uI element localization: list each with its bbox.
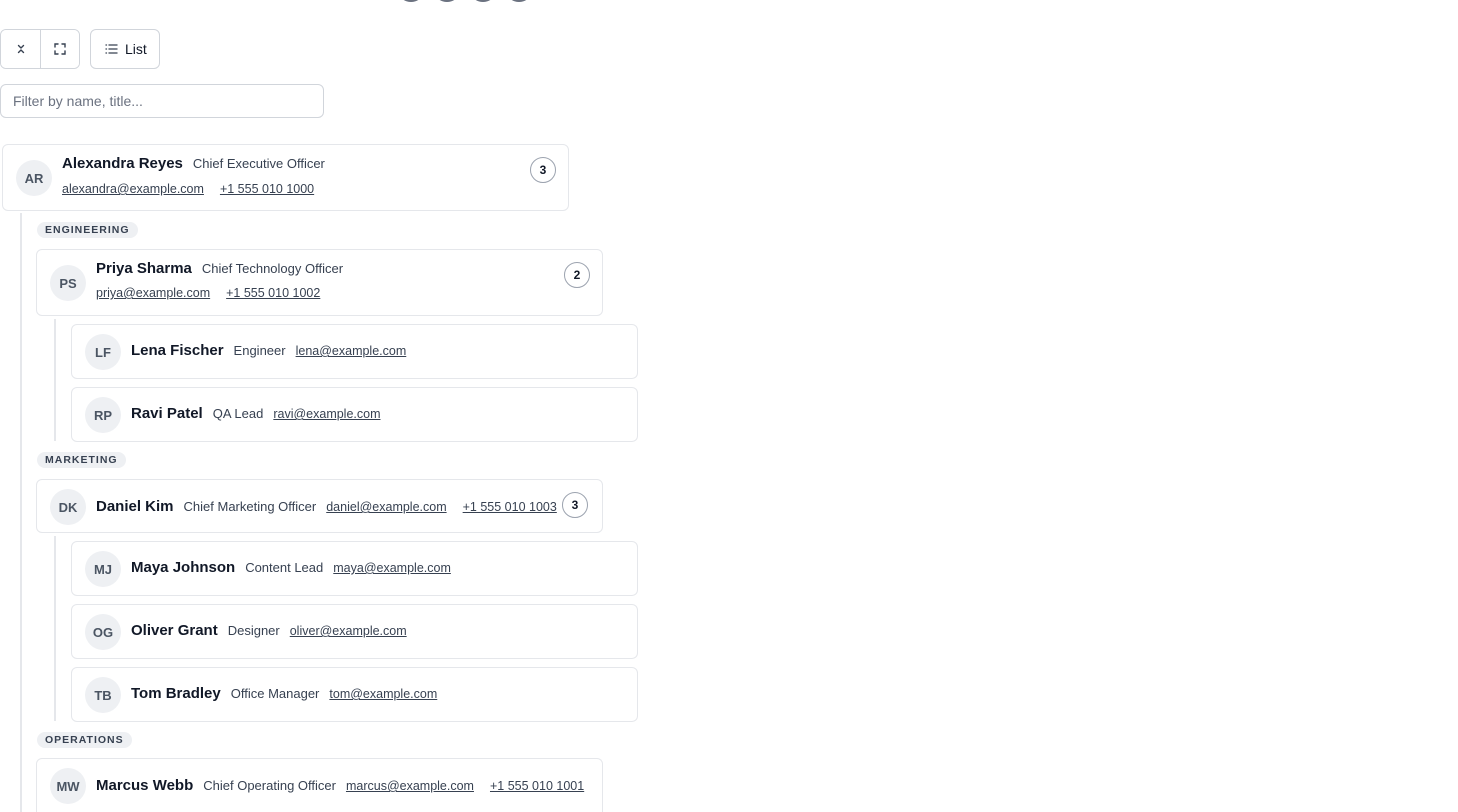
department-label-marketing: MARKETING [37, 452, 126, 468]
person-name: Lena Fischer [131, 342, 224, 359]
person-title: QA Lead [212, 406, 264, 421]
department-label-operations: OPERATIONS [37, 732, 132, 748]
person-name: Maya Johnson [131, 559, 236, 576]
avatar: RP [85, 397, 121, 433]
person-name: Daniel Kim [96, 498, 174, 515]
email-link[interactable]: marcus@example.com [346, 779, 474, 793]
list-view-label: List [125, 41, 147, 57]
person-card[interactable]: RP Ravi Patel QA Lead ravi@example.com [71, 387, 638, 442]
person-title: Content Lead [245, 560, 324, 575]
filter-input[interactable] [0, 84, 324, 118]
person-name: Oliver Grant [131, 622, 218, 639]
person-card[interactable]: MJ Maya Johnson Content Lead maya@exampl… [71, 541, 638, 596]
reports-count-badge[interactable]: 2 [564, 262, 590, 288]
person-card[interactable]: DK Daniel Kim Chief Marketing Officer da… [36, 479, 603, 533]
email-link[interactable]: oliver@example.com [290, 624, 407, 638]
phone-link[interactable]: +1 555 010 1003 [463, 500, 557, 514]
person-name: Ravi Patel [131, 405, 203, 422]
fullscreen-button[interactable] [40, 30, 79, 68]
person-card[interactable]: OG Oliver Grant Designer oliver@example.… [71, 604, 638, 659]
email-link[interactable]: daniel@example.com [326, 500, 446, 514]
person-title: Office Manager [230, 686, 320, 701]
avatar: AR [16, 160, 52, 196]
phone-link[interactable]: +1 555 010 1002 [226, 286, 320, 300]
collapse-all-button[interactable] [1, 30, 40, 68]
email-link[interactable]: tom@example.com [329, 687, 437, 701]
person-card-root[interactable]: AR Alexandra Reyes Chief Executive Offic… [2, 144, 569, 211]
avatar: LF [85, 334, 121, 370]
phone-link[interactable]: +1 555 010 1000 [220, 182, 314, 196]
avatar: TB [85, 677, 121, 713]
email-link[interactable]: maya@example.com [333, 561, 451, 575]
email-link[interactable]: lena@example.com [296, 344, 407, 358]
person-card[interactable]: LF Lena Fischer Engineer lena@example.co… [71, 324, 638, 379]
phone-link[interactable]: +1 555 010 1001 [490, 779, 584, 793]
reports-count-badge[interactable]: 3 [562, 492, 588, 518]
email-link[interactable]: ravi@example.com [273, 407, 380, 421]
tree-connector [20, 213, 22, 812]
person-title: Engineer [233, 343, 286, 358]
avatar: OG [85, 614, 121, 650]
avatar: MJ [85, 551, 121, 587]
person-card[interactable]: MW Marcus Webb Chief Operating Officer m… [36, 758, 603, 812]
collapse-icon [17, 44, 24, 54]
fullscreen-icon [54, 43, 66, 55]
email-link[interactable]: alexandra@example.com [62, 182, 204, 196]
view-controls [0, 29, 80, 69]
person-title: Chief Marketing Officer [183, 499, 317, 514]
person-card[interactable]: TB Tom Bradley Office Manager tom@exampl… [71, 667, 638, 722]
person-card[interactable]: PS Priya Sharma Chief Technology Officer… [36, 249, 603, 316]
toolbar: List [0, 29, 160, 69]
list-icon [105, 44, 118, 54]
email-link[interactable]: priya@example.com [96, 286, 210, 300]
reports-count-badge[interactable]: 3 [530, 157, 556, 183]
person-name: Priya Sharma [96, 260, 192, 277]
page-title-partial [400, 0, 580, 6]
person-title: Chief Executive Officer [192, 156, 325, 171]
department-label-engineering: ENGINEERING [37, 222, 138, 238]
person-title: Chief Operating Officer [203, 778, 336, 793]
list-view-button[interactable]: List [90, 29, 160, 69]
person-title: Chief Technology Officer [201, 261, 344, 276]
person-name: Tom Bradley [131, 685, 221, 702]
avatar: MW [50, 768, 86, 804]
avatar: DK [50, 489, 86, 525]
avatar: PS [50, 265, 86, 301]
tree-connector [54, 319, 56, 441]
person-title: Designer [227, 623, 280, 638]
person-name: Marcus Webb [96, 777, 194, 794]
tree-connector [54, 536, 56, 721]
person-name: Alexandra Reyes [62, 155, 183, 172]
